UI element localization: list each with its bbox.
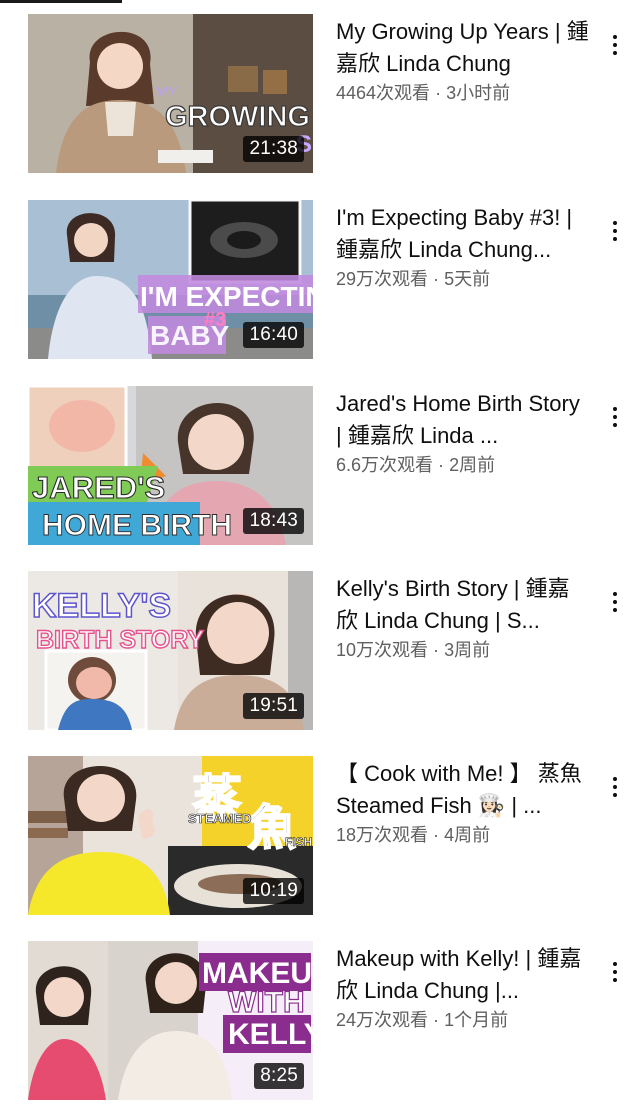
duration-badge: 19:51 xyxy=(243,693,304,719)
upload-age: 5天前 xyxy=(444,269,491,289)
more-icon xyxy=(613,221,617,225)
more-icon xyxy=(613,608,617,612)
duration-badge: 16:40 xyxy=(243,322,304,348)
video-thumbnail[interactable]: MAKEUP WITH KELLY 8:25 xyxy=(28,941,313,1100)
video-stats: 18万次观看 · 4周前 xyxy=(336,823,590,847)
video-item[interactable]: 蒸 魚 STEAMED FISH 10:19 【 Cook with Me! 】… xyxy=(0,756,640,926)
video-title[interactable]: 【 Cook with Me! 】 蒸魚 Steamed Fish 👩🏻‍🍳 |… xyxy=(336,758,590,822)
video-meta: Kelly's Birth Story | 鍾嘉欣 Linda Chung | … xyxy=(336,573,590,662)
video-stats: 6.6万次观看 · 2周前 xyxy=(336,453,590,477)
more-icon xyxy=(613,600,617,604)
upload-age: 4周前 xyxy=(444,825,491,845)
meta-separator: · xyxy=(433,1010,440,1030)
video-thumbnail[interactable]: 蒸 魚 STEAMED FISH 10:19 xyxy=(28,756,313,915)
more-options-button[interactable] xyxy=(600,28,630,62)
thumbnail-text: KELLY'S xyxy=(32,587,171,625)
more-icon xyxy=(613,43,617,47)
thumbnail-text: MY xyxy=(156,83,179,99)
view-count: 29万次观看 xyxy=(336,269,429,289)
thumbnail-text: #3 xyxy=(204,309,226,331)
more-icon xyxy=(613,793,617,797)
duration-badge: 18:43 xyxy=(243,508,304,534)
meta-separator: · xyxy=(438,455,445,475)
video-item[interactable]: MAKEUP WITH KELLY 8:25 Makeup with Kelly… xyxy=(0,941,640,1111)
video-meta: Jared's Home Birth Story | 鍾嘉欣 Linda ...… xyxy=(336,388,590,477)
meta-separator: · xyxy=(433,640,440,660)
top-scroll-indicator xyxy=(0,0,122,3)
video-title[interactable]: I'm Expecting Baby #3! | 鍾嘉欣 Linda Chung… xyxy=(336,202,590,266)
video-meta: I'm Expecting Baby #3! | 鍾嘉欣 Linda Chung… xyxy=(336,202,590,291)
more-icon xyxy=(613,978,617,982)
video-item[interactable]: I'M EXPECTING BABY #3 16:40 I'm Expectin… xyxy=(0,200,640,370)
video-stats: 24万次观看 · 1个月前 xyxy=(336,1008,590,1032)
thumbnail-text: BIRTH STORY xyxy=(36,626,204,654)
view-count: 24万次观看 xyxy=(336,1010,429,1030)
video-meta: 【 Cook with Me! 】 蒸魚 Steamed Fish 👩🏻‍🍳 |… xyxy=(336,758,590,847)
more-icon xyxy=(613,407,617,411)
video-stats: 29万次观看 · 5天前 xyxy=(336,267,590,291)
view-count: 10万次观看 xyxy=(336,640,429,660)
duration-badge: 10:19 xyxy=(243,878,304,904)
meta-separator: · xyxy=(435,83,442,103)
video-title[interactable]: My Growing Up Years | 鍾嘉欣 Linda Chung xyxy=(336,16,590,80)
video-thumbnail[interactable]: KELLY'S BIRTH STORY 19:51 xyxy=(28,571,313,730)
thumbnail-text: GROWING UP xyxy=(165,101,313,133)
video-thumbnail[interactable]: MY GROWING UP S 21:38 xyxy=(28,14,313,173)
view-count: 4464次观看 xyxy=(336,83,431,103)
more-icon xyxy=(613,237,617,241)
more-icon xyxy=(613,423,617,427)
more-options-button[interactable] xyxy=(600,400,630,434)
video-stats: 4464次观看 · 3小时前 xyxy=(336,81,590,105)
thumbnail-text: JARED'S xyxy=(32,470,165,505)
more-icon xyxy=(613,229,617,233)
more-icon xyxy=(613,785,617,789)
duration-badge: 21:38 xyxy=(243,136,304,162)
video-title[interactable]: Kelly's Birth Story | 鍾嘉欣 Linda Chung | … xyxy=(336,573,590,637)
more-icon xyxy=(613,970,617,974)
upload-age: 1个月前 xyxy=(444,1010,509,1030)
video-title[interactable]: Makeup with Kelly! | 鍾嘉欣 Linda Chung |..… xyxy=(336,943,590,1007)
more-options-button[interactable] xyxy=(600,585,630,619)
thumbnail-text: HOME BIRTH xyxy=(42,509,232,542)
video-item[interactable]: KELLY'S BIRTH STORY 19:51 Kelly's Birth … xyxy=(0,571,640,741)
video-thumbnail[interactable]: JARED'S HOME BIRTH 18:43 xyxy=(28,386,313,545)
view-count: 18万次观看 xyxy=(336,825,429,845)
video-thumbnail[interactable]: I'M EXPECTING BABY #3 16:40 xyxy=(28,200,313,359)
more-icon xyxy=(613,777,617,781)
thumbnail-text: STEAMED xyxy=(188,811,252,826)
video-meta: Makeup with Kelly! | 鍾嘉欣 Linda Chung |..… xyxy=(336,943,590,1032)
thumbnail-text: I'M EXPECTING xyxy=(140,281,313,312)
meta-separator: · xyxy=(433,269,440,289)
upload-age: 3小时前 xyxy=(446,83,511,103)
thumbnail-text: FISH xyxy=(285,835,312,849)
meta-separator: · xyxy=(433,825,440,845)
thumbnail-text: WITH xyxy=(228,986,305,1019)
video-title[interactable]: Jared's Home Birth Story | 鍾嘉欣 Linda ... xyxy=(336,388,590,452)
upload-age: 2周前 xyxy=(449,455,496,475)
upload-age: 3周前 xyxy=(444,640,491,660)
duration-badge: 8:25 xyxy=(254,1063,304,1089)
video-item[interactable]: JARED'S HOME BIRTH 18:43 Jared's Home Bi… xyxy=(0,386,640,556)
more-icon xyxy=(613,415,617,419)
more-icon xyxy=(613,35,617,39)
more-options-button[interactable] xyxy=(600,955,630,989)
more-icon xyxy=(613,592,617,596)
thumbnail-text: KELLY xyxy=(228,1018,313,1051)
video-item[interactable]: MY GROWING UP S 21:38 My Growing Up Year… xyxy=(0,14,640,184)
more-options-button[interactable] xyxy=(600,214,630,248)
more-options-button[interactable] xyxy=(600,770,630,804)
view-count: 6.6万次观看 xyxy=(336,455,434,475)
video-stats: 10万次观看 · 3周前 xyxy=(336,638,590,662)
video-meta: My Growing Up Years | 鍾嘉欣 Linda Chung 44… xyxy=(336,16,590,105)
more-icon xyxy=(613,962,617,966)
more-icon xyxy=(613,51,617,55)
